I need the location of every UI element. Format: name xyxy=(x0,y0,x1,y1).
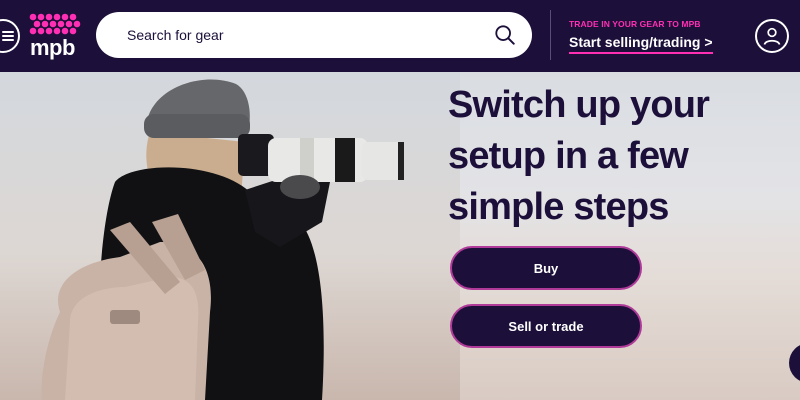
logo-dots-icon xyxy=(29,13,81,35)
logo-text: mpb xyxy=(30,35,75,60)
account-button[interactable] xyxy=(755,19,789,53)
menu-button[interactable] xyxy=(0,19,20,53)
user-account-icon xyxy=(763,27,781,45)
search-input[interactable] xyxy=(127,27,467,43)
hero-banner: Switch up your setup in a few simple ste… xyxy=(0,72,800,400)
trade-eyebrow: TRADE IN YOUR GEAR TO MPB xyxy=(569,19,701,29)
start-selling-link[interactable]: Start selling/trading > xyxy=(569,34,713,54)
search-bar xyxy=(96,12,532,58)
chat-button[interactable] xyxy=(789,343,800,383)
photographer-image xyxy=(0,72,460,400)
sell-or-trade-button[interactable]: Sell or trade xyxy=(450,304,642,348)
buy-button[interactable]: Buy xyxy=(450,246,642,290)
search-icon[interactable] xyxy=(494,24,516,46)
header-divider xyxy=(550,10,551,60)
site-header: mpb TRADE IN YOUR GEAR TO MPB Start sell… xyxy=(0,0,800,72)
hero-headline: Switch up your setup in a few simple ste… xyxy=(448,84,710,228)
hamburger-menu-icon xyxy=(2,31,14,41)
mpb-logo[interactable]: mpb xyxy=(28,13,84,60)
